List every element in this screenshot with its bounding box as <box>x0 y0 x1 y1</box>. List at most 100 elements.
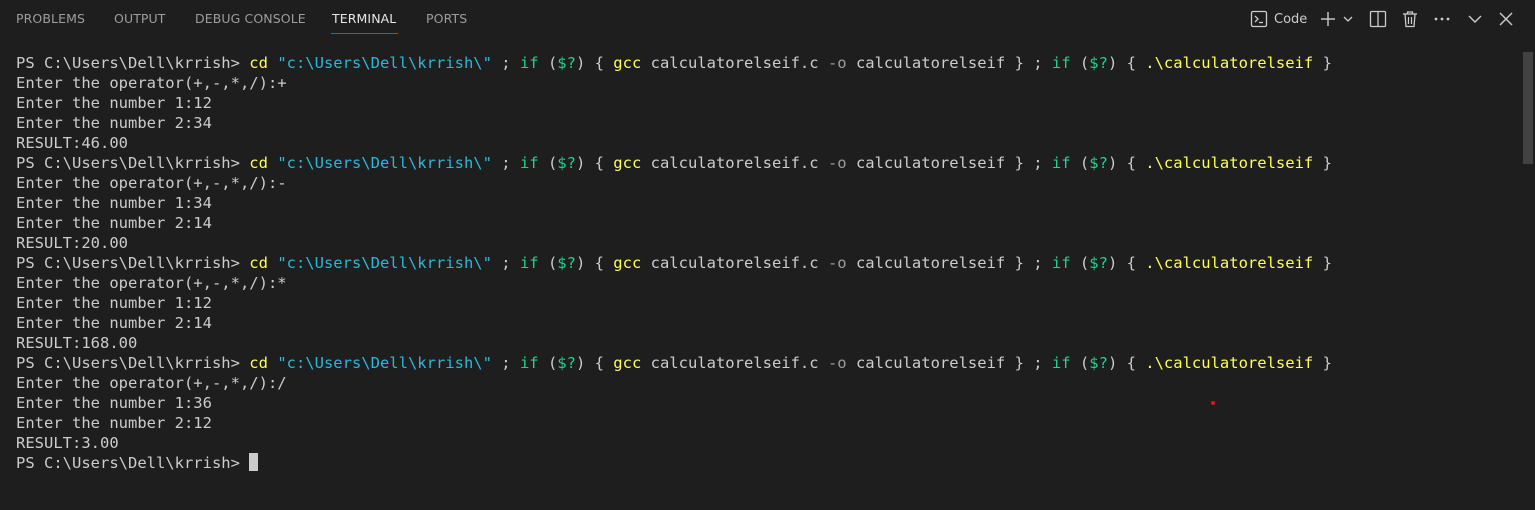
kill-terminal-button[interactable] <box>1401 7 1419 31</box>
path-string: "c:\Users\Dell\krrish\" <box>277 254 492 272</box>
source-file: calculatorelseif.c <box>641 54 828 72</box>
paren-text: ) { <box>575 254 614 272</box>
if-keyword: if <box>519 354 539 372</box>
prompt-text: PS C:\Users\Dell\krrish> <box>16 54 250 72</box>
command-line: PS C:\Users\Dell\krrish> cd "c:\Users\De… <box>16 353 1332 373</box>
brace-text: } <box>1313 54 1332 72</box>
brace-text: } <box>1313 154 1332 172</box>
number1-prompt-line: Enter the number 1:36 <box>16 394 212 412</box>
number2-prompt-line: Enter the number 2:14 <box>16 314 212 332</box>
terminal-scrollbar[interactable] <box>1521 38 1535 510</box>
terminal-output[interactable]: PS C:\Users\Dell\krrish> cd "c:\Users\De… <box>0 38 1521 510</box>
number1-prompt-line: Enter the number 1:12 <box>16 294 212 312</box>
scroll-thumb[interactable] <box>1523 52 1533 164</box>
paren-text: ) { <box>575 54 614 72</box>
gcc-command: gcc <box>613 254 642 272</box>
paren-text: ( <box>538 254 558 272</box>
paren-text: ( <box>1070 54 1090 72</box>
output-name: calculatorelseif } ; <box>846 354 1052 372</box>
output-name: calculatorelseif } ; <box>846 154 1052 172</box>
if-keyword: if <box>1051 54 1071 72</box>
operator-prompt-line: Enter the operator(+,-,*,/):* <box>16 274 287 292</box>
if-keyword: if <box>1051 354 1071 372</box>
source-file: calculatorelseif.c <box>641 254 828 272</box>
status-variable: $? <box>1089 54 1108 72</box>
status-variable: $? <box>557 354 576 372</box>
if-keyword: if <box>519 254 539 272</box>
gcc-command: gcc <box>613 154 642 172</box>
maximize-panel-button[interactable] <box>1466 7 1484 31</box>
command-line: PS C:\Users\Dell\krrish> cd "c:\Users\De… <box>16 253 1332 273</box>
split-terminal-button[interactable] <box>1369 7 1387 31</box>
command-line: PS C:\Users\Dell\krrish> cd "c:\Users\De… <box>16 53 1332 73</box>
text-cursor <box>249 453 259 471</box>
paren-text: ) { <box>1107 254 1146 272</box>
status-variable: $? <box>1089 254 1108 272</box>
active-tab-indicator <box>331 33 398 34</box>
cd-command: cd <box>249 354 268 372</box>
output-name: calculatorelseif } ; <box>846 54 1052 72</box>
final-prompt-line[interactable]: PS C:\Users\Dell\krrish> <box>16 453 1332 473</box>
red-dot-marker <box>1211 401 1215 405</box>
paren-text: ) { <box>1107 54 1146 72</box>
status-variable: $? <box>1089 154 1108 172</box>
if-keyword: if <box>519 154 539 172</box>
terminal-profile-button[interactable]: Code <box>1250 7 1307 31</box>
paren-text: ( <box>538 354 558 372</box>
cd-command: cd <box>249 254 268 272</box>
paren-text: ( <box>538 54 558 72</box>
number1-prompt-line: Enter the number 1:12 <box>16 94 212 112</box>
operator-prompt-line: Enter the operator(+,-,*,/):/ <box>16 374 287 392</box>
executable-command: .\calculatorelseif <box>1145 254 1314 272</box>
paren-text: ) { <box>1107 354 1146 372</box>
output-flag: -o <box>827 254 847 272</box>
terminal-profile-label: Code <box>1274 11 1308 27</box>
brace-text: } <box>1313 254 1332 272</box>
paren-text: ( <box>1070 254 1090 272</box>
executable-command: .\calculatorelseif <box>1145 54 1314 72</box>
cd-command: cd <box>249 154 268 172</box>
separator-text: ; <box>491 54 520 72</box>
output-flag: -o <box>827 154 847 172</box>
paren-text: ( <box>1070 154 1090 172</box>
prompt-text: PS C:\Users\Dell\krrish> <box>16 154 250 172</box>
source-file: calculatorelseif.c <box>641 354 828 372</box>
result-line: RESULT:20.00 <box>16 234 128 252</box>
if-keyword: if <box>519 54 539 72</box>
output-name: calculatorelseif } ; <box>846 254 1052 272</box>
tab-problems[interactable]: PROBLEMS <box>16 11 85 26</box>
gcc-command: gcc <box>613 354 642 372</box>
launch-profile-dropdown[interactable] <box>1342 7 1354 31</box>
status-variable: $? <box>557 154 576 172</box>
more-icon <box>1433 10 1451 28</box>
status-variable: $? <box>557 54 576 72</box>
separator-text: ; <box>491 154 520 172</box>
chevron-down-icon <box>1342 10 1354 28</box>
prompt-text: PS C:\Users\Dell\krrish> <box>16 254 250 272</box>
split-icon <box>1369 10 1387 28</box>
tab-ports[interactable]: PORTS <box>426 11 467 26</box>
new-terminal-button[interactable] <box>1319 7 1337 31</box>
path-string: "c:\Users\Dell\krrish\" <box>277 154 492 172</box>
number1-prompt-line: Enter the number 1:34 <box>16 194 212 212</box>
source-file: calculatorelseif.c <box>641 154 828 172</box>
tab-debug-console[interactable]: DEBUG CONSOLE <box>195 11 306 26</box>
result-line: RESULT:3.00 <box>16 434 119 452</box>
path-string: "c:\Users\Dell\krrish\" <box>277 54 492 72</box>
operator-prompt-line: Enter the operator(+,-,*,/):+ <box>16 74 287 92</box>
if-keyword: if <box>1051 254 1071 272</box>
trash-icon <box>1401 10 1419 28</box>
plus-icon <box>1319 10 1337 28</box>
brace-text: } <box>1313 354 1332 372</box>
tab-terminal[interactable]: TERMINAL <box>332 11 396 26</box>
operator-prompt-line: Enter the operator(+,-,*,/):- <box>16 174 287 192</box>
output-flag: -o <box>827 54 847 72</box>
tab-output[interactable]: OUTPUT <box>114 11 166 26</box>
if-keyword: if <box>1051 154 1071 172</box>
close-panel-button[interactable] <box>1497 7 1515 31</box>
prompt-text: PS C:\Users\Dell\krrish> <box>16 454 250 472</box>
status-variable: $? <box>1089 354 1108 372</box>
more-actions-button[interactable] <box>1433 7 1451 31</box>
paren-text: ) { <box>1107 154 1146 172</box>
gcc-command: gcc <box>613 54 642 72</box>
